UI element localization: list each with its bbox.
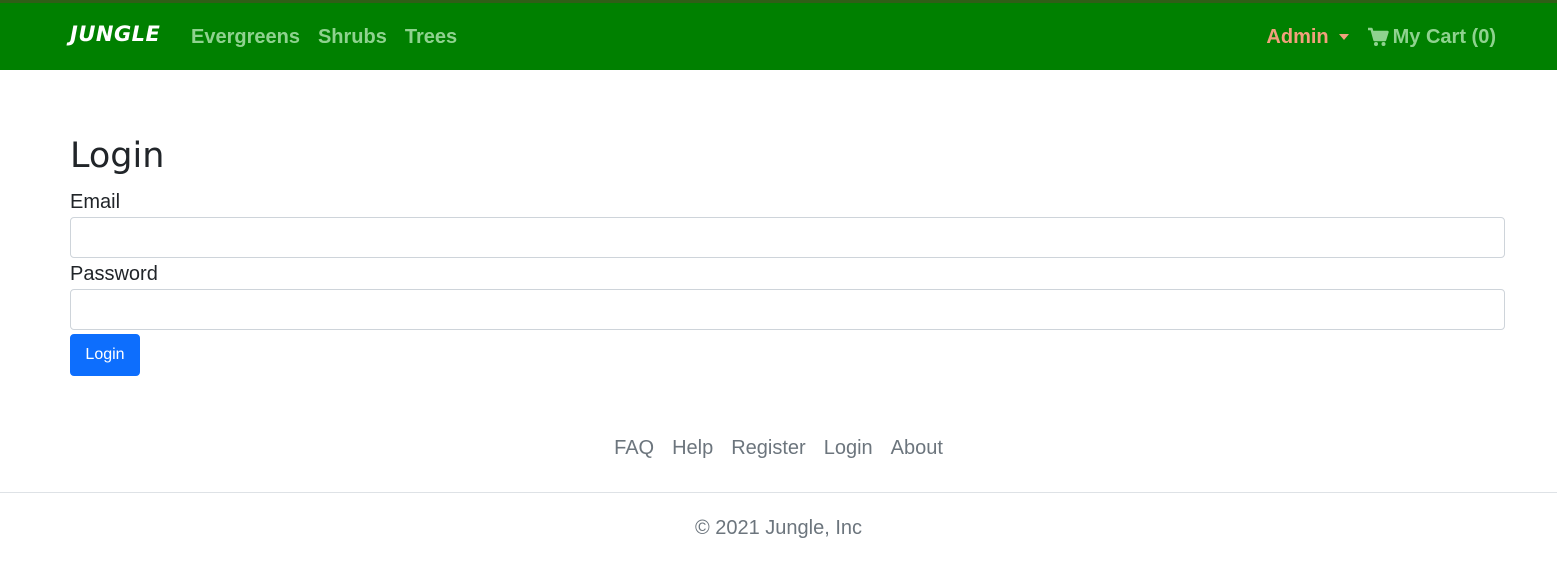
category-nav: Evergreens Shrubs Trees xyxy=(191,25,457,49)
password-label: Password xyxy=(70,263,158,285)
nav-link-trees[interactable]: Trees xyxy=(405,25,457,49)
cart-label: My Cart (0) xyxy=(1392,26,1496,48)
footer-link-help[interactable]: Help xyxy=(672,436,713,460)
login-form: Email Password Login xyxy=(70,190,1505,376)
login-button[interactable]: Login xyxy=(70,334,140,376)
footer-link-faq[interactable]: FAQ xyxy=(614,436,654,460)
copyright-text: © 2021 Jungle, Inc xyxy=(694,517,863,539)
footer-nav: FAQ Help Register Login About xyxy=(0,436,1557,460)
cart-link[interactable]: My Cart (0) xyxy=(1367,25,1496,49)
brand-logo[interactable]: JUNGLE xyxy=(70,22,160,46)
email-field[interactable] xyxy=(70,217,1505,258)
cart-icon xyxy=(1367,27,1389,47)
login-section: Login Email Password Login xyxy=(70,134,1505,376)
nav-link-shrubs[interactable]: Shrubs xyxy=(318,25,387,49)
footer-link-login[interactable]: Login xyxy=(824,436,873,460)
admin-label: Admin xyxy=(1266,26,1329,48)
footer-link-register[interactable]: Register xyxy=(731,436,805,460)
caret-down-icon xyxy=(1338,34,1349,40)
email-label: Email xyxy=(70,191,121,213)
nav-link-evergreens[interactable]: Evergreens xyxy=(191,25,300,49)
admin-dropdown[interactable]: Admin xyxy=(1266,25,1349,49)
page-title: Login xyxy=(70,136,165,176)
footer-link-about[interactable]: About xyxy=(891,436,943,460)
footer-divider xyxy=(0,492,1557,493)
user-nav: Admin My Cart (0) xyxy=(1266,25,1496,49)
password-field[interactable] xyxy=(70,289,1505,330)
top-navbar: JUNGLE Evergreens Shrubs Trees Admin My … xyxy=(0,0,1557,70)
